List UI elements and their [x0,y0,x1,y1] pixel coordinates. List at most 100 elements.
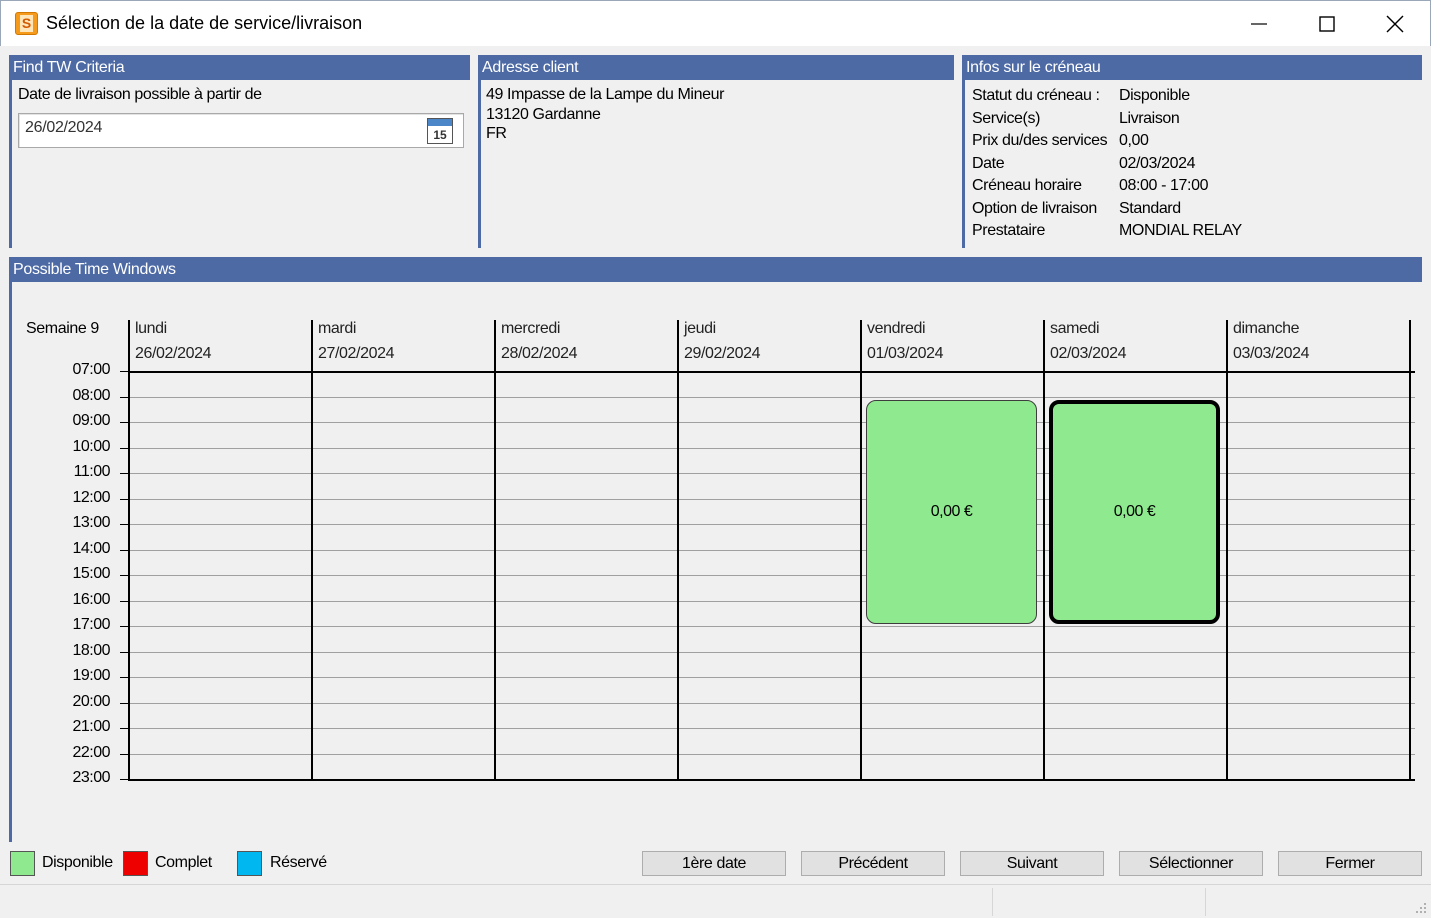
first-date-button[interactable]: 1ère date [642,851,786,876]
address-panel-border [478,80,481,248]
close-window-button[interactable] [1361,1,1429,47]
hour-label: 09:00 [72,412,110,429]
slot-info-panel-header: Infos sur le créneau [962,55,1422,80]
hour-tick [120,626,128,627]
status-bar [0,884,1431,918]
minimize-icon [1251,23,1267,25]
hour-label: 16:00 [72,590,110,608]
hour-tick [120,677,128,678]
calendar-icon-day: 15 [433,128,447,142]
slot-info-value: Livraison [1119,109,1180,127]
grid-row-line [128,728,1415,729]
minimize-button[interactable] [1225,1,1293,47]
day-name: dimanche [1233,320,1300,337]
grid-row-line [128,677,1415,678]
legend-swatch [123,851,148,876]
day-name: vendredi [867,320,926,337]
hour-tick [120,753,128,755]
grid-row-line [128,422,1415,423]
grid-column-line [128,320,130,781]
slot-info-panel-border [962,80,965,248]
hour-label: 12:00 [72,488,110,506]
grid-row-line [128,651,1415,653]
day-date: 02/03/2024 [1050,345,1127,362]
day-date: 01/03/2024 [867,345,944,362]
slot-price: 0,00 € [930,502,973,520]
select-button[interactable]: Sélectionner [1119,851,1263,876]
day-name: mardi [318,320,357,337]
legend-swatch [237,851,262,876]
time-slot[interactable]: 0,00 € [866,399,1037,624]
resize-grip-icon[interactable] [1414,901,1428,915]
previous-button[interactable]: Précédent [801,851,945,876]
slot-info-label: Statut du créneau : [972,87,1100,104]
hour-tick [120,549,128,551]
slot-info-value: 08:00 - 17:00 [1119,177,1209,194]
grid-row-line [128,498,1415,500]
hour-label: 14:00 [72,539,110,557]
maximize-icon [1319,16,1335,32]
address-line-3: FR [486,125,507,142]
hour-label: 21:00 [72,718,110,735]
week-label: Semaine 9 [26,320,99,337]
title-bar: S Sélection de la date de service/livrai… [0,0,1431,46]
grid-row-line [128,524,1415,525]
schedule-panel-header: Possible Time Windows [9,257,1422,282]
close-icon [1386,15,1404,33]
calendar-icon[interactable]: 15 [427,118,453,144]
maximize-button[interactable] [1293,1,1361,47]
grid-row-line [128,626,1415,627]
day-name: samedi [1050,320,1100,337]
hour-label: 23:00 [72,769,110,786]
status-divider [992,888,993,916]
start-date-value: 26/02/2024 [25,119,103,136]
grid-column-line [677,320,679,781]
hour-label: 17:00 [72,616,110,633]
slot-info-value: MONDIAL RELAY [1119,222,1242,239]
day-date: 26/02/2024 [135,345,212,362]
grid-row-line [128,575,1415,576]
grid-column-line [494,320,496,781]
window-title: Sélection de la date de service/livraiso… [46,13,363,33]
calendar-icon-header [428,119,452,126]
grid-row-line [128,473,1415,474]
hour-tick [120,779,128,780]
hour-label: 18:00 [72,641,110,659]
criteria-panel-border [9,80,12,248]
close-button[interactable]: Fermer [1278,851,1422,876]
hour-tick [120,473,128,474]
next-button[interactable]: Suivant [960,851,1104,876]
grid-row-line [128,396,1415,398]
status-divider [1205,888,1206,916]
legend-label: Réservé [270,854,327,871]
hour-label: 08:00 [72,386,110,404]
hour-tick [120,498,128,500]
start-date-picker[interactable]: 26/02/2024 15 [18,113,464,148]
slot-info-label: Prestataire [972,222,1045,239]
grid-column-line [1043,320,1045,781]
hour-tick [120,447,128,449]
slot-price: 0,00 € [1113,502,1156,520]
day-date: 27/02/2024 [318,345,395,362]
grid-column-line [1409,320,1411,781]
grid-column-line [1226,320,1228,781]
hour-label: 11:00 [73,463,111,480]
slot-info-value: 0,00 [1119,132,1149,149]
slot-info-label: Créneau horaire [972,177,1082,194]
hour-label: 13:00 [72,514,110,531]
app-icon-letter: S [20,15,33,32]
hour-tick [120,371,128,372]
grid-row-line [128,600,1415,602]
day-name: lundi [135,320,167,337]
app-icon: S [15,12,38,35]
slot-info-value: Standard [1119,199,1181,217]
hour-label: 20:00 [72,692,110,710]
hour-tick [120,422,128,423]
grid-row-line [128,447,1415,449]
time-slot-selected[interactable]: 0,00 € [1049,399,1220,624]
legend-swatch [10,851,35,876]
date-label: Date de livraison possible à partir de [18,86,262,103]
hour-label: 22:00 [72,743,110,761]
hour-tick [120,702,128,704]
criteria-panel-header: Find TW Criteria [9,55,470,80]
